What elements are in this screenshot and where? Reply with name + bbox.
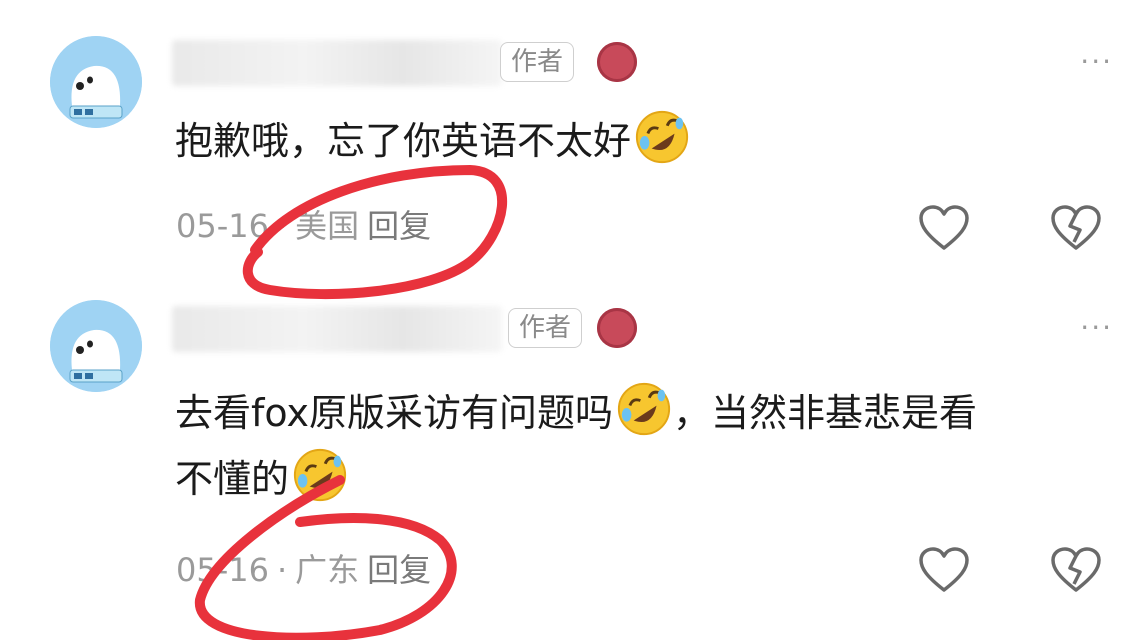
reply-button[interactable]: 回复 [367,551,431,589]
avatar[interactable] [50,36,142,128]
comment-region: 美国 [295,207,360,245]
comment-text-line2: 不懂的 [175,457,290,501]
username-blurred[interactable] [172,40,502,86]
comment-date: 05-16 [176,551,269,589]
rolling-on-floor-laughing-emoji [633,108,691,166]
avatar[interactable] [50,300,142,392]
meta-separator: · [276,207,288,245]
comment-text-content: 去看fox原版采访有问题吗 [175,391,613,435]
comment-text: 抱歉哦，忘了你英语不太好 [175,108,1115,174]
badge-medal-icon [597,308,637,348]
heart-outline-icon[interactable] [918,204,970,252]
broken-heart-outline-icon[interactable] [1050,546,1102,594]
username-blurred[interactable] [172,306,502,352]
comment-text: 去看fox原版采访有问题吗 ，当然非基悲是看 不懂的 [175,380,1115,512]
rolling-on-floor-laughing-emoji [291,446,349,504]
more-dots-icon[interactable]: ··· [1080,48,1113,76]
reply-button[interactable]: 回复 [367,207,431,245]
comment-text-continued: ，当然非基悲是看 [672,391,977,435]
comment-text-content: 抱歉哦，忘了你英语不太好 [175,119,632,163]
author-badge: 作者 [508,308,583,348]
rolling-on-floor-laughing-emoji [615,380,673,438]
more-dots-icon[interactable]: ··· [1080,314,1113,342]
heart-outline-icon[interactable] [918,546,970,594]
comment-item: 作者 ··· 抱歉哦，忘了你英语不太好 05-16 · 美国 回复 [0,0,1133,290]
comment-meta: 05-16 · 广东 回复 [176,550,439,590]
author-badge: 作者 [500,42,575,82]
meta-separator: · [276,551,288,589]
broken-heart-outline-icon[interactable] [1050,204,1102,252]
badge-medal-icon [597,42,637,82]
comment-date: 05-16 [176,207,269,245]
comment-item: 作者 ··· 去看fox原版采访有问题吗 ，当然非基悲是看 不懂的 05-16 · 广… [0,290,1133,640]
comment-region: 广东 [295,551,360,589]
comment-meta: 05-16 · 美国 回复 [176,206,439,246]
